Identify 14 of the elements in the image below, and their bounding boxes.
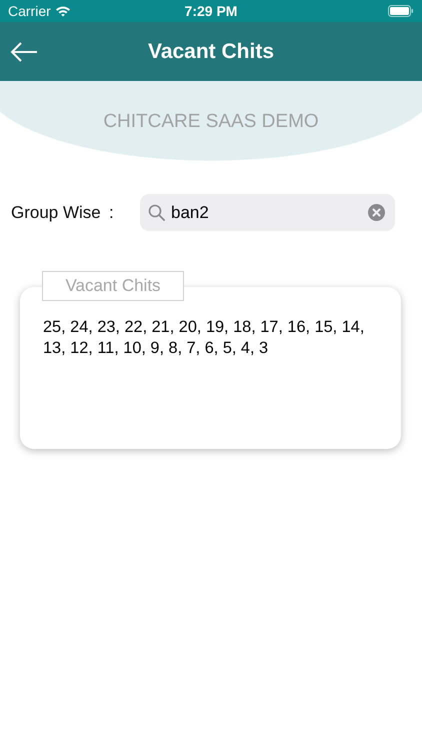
vacant-chit-numbers: 25, 24, 23, 22, 21, 20, 19, 18, 17, 16, 15, 14, 13, 12, 11, 10, 9, 8, 7, 6, 5, 4, 3	[43, 317, 366, 359]
search-icon	[148, 204, 165, 221]
battery-icon	[388, 5, 414, 17]
card-legend: Vacant Chits	[42, 271, 184, 301]
clock-time: 7:29 PM	[184, 3, 238, 19]
carrier-label: Carrier	[8, 3, 51, 19]
wifi-icon	[54, 5, 71, 17]
search-text: ban2	[171, 202, 210, 222]
colon-separator: :	[109, 202, 115, 222]
company-name: CHITCARE SAAS DEMO	[103, 111, 319, 133]
clear-icon[interactable]	[368, 204, 385, 221]
group-wise-label: Group Wise	[11, 202, 102, 222]
screen-title: Vacant Chits	[148, 40, 274, 62]
search-field[interactable]: ban2	[140, 194, 395, 231]
